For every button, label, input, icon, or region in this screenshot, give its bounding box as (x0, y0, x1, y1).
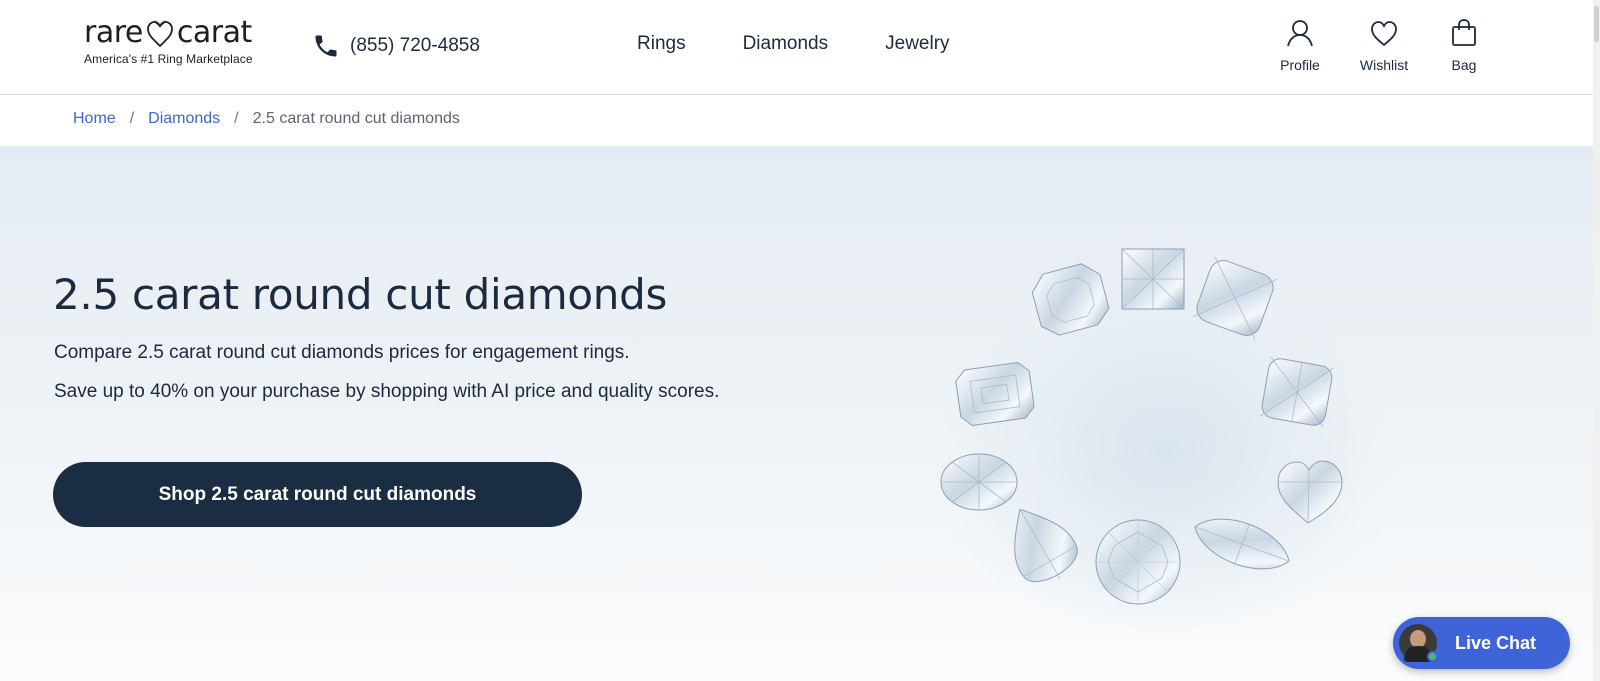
phone-icon (315, 35, 337, 57)
shop-diamonds-button[interactable]: Shop 2.5 carat round cut diamonds (53, 462, 582, 527)
wishlist-button[interactable]: Wishlist (1349, 18, 1419, 73)
nav-item-jewelry[interactable]: Jewelry (885, 33, 949, 55)
hero-description-line-2: Save up to 40% on your purchase by shopp… (54, 381, 720, 402)
nav-item-rings[interactable]: Rings (637, 33, 686, 55)
breadcrumb-current: 2.5 carat round cut diamonds (252, 110, 460, 127)
bag-label: Bag (1451, 57, 1477, 73)
heart-icon (1371, 21, 1397, 47)
main-nav: Rings Diamonds Jewelry (637, 33, 950, 55)
breadcrumb-separator: / (234, 110, 239, 127)
hero-description-line-1: Compare 2.5 carat round cut diamonds pri… (54, 342, 630, 363)
profile-label: Profile (1280, 57, 1320, 73)
brand-logo[interactable]: rare carat America's #1 Ring Marketplace (84, 16, 259, 67)
nav-item-diamonds[interactable]: Diamonds (743, 33, 829, 55)
breadcrumb: Home / Diamonds / 2.5 carat round cut di… (73, 110, 460, 128)
header-actions: Profile Wishlist Bag (1270, 18, 1490, 73)
bag-icon (1452, 19, 1476, 46)
page-title: 2.5 carat round cut diamonds (53, 270, 668, 319)
hero-banner: 2.5 carat round cut diamonds Compare 2.5… (0, 146, 1593, 681)
scrollbar-thumb[interactable] (1594, 6, 1599, 42)
breadcrumb-separator: / (129, 110, 135, 127)
wishlist-label: Wishlist (1359, 57, 1409, 73)
live-chat-button[interactable]: Live Chat (1393, 617, 1570, 669)
user-icon (1287, 20, 1313, 47)
bag-button[interactable]: Bag (1438, 18, 1490, 73)
oval-diamond (940, 453, 1018, 511)
logo-text-right: carat (176, 15, 252, 50)
diamonds-ring-image (915, 231, 1415, 631)
logo-text-left: rare (84, 15, 143, 50)
round-diamond (1095, 519, 1181, 605)
online-status-dot (1427, 651, 1438, 662)
page-scrollbar[interactable] (1593, 0, 1600, 681)
breadcrumb-diamonds[interactable]: Diamonds (148, 110, 220, 128)
princess-diamond (1121, 248, 1185, 310)
logo-tagline: America's #1 Ring Marketplace (84, 52, 253, 66)
heart-logo-icon (146, 20, 173, 47)
logo-wordmark: rare carat (84, 16, 259, 50)
site-header: rare carat America's #1 Ring Marketplace… (0, 0, 1600, 95)
emerald-diamond (955, 361, 1035, 427)
phone-number: (855) 720-4858 (350, 35, 480, 56)
live-chat-label: Live Chat (1455, 632, 1537, 653)
breadcrumb-home[interactable]: Home (73, 110, 116, 128)
agent-avatar (1399, 624, 1438, 662)
profile-button[interactable]: Profile (1270, 18, 1330, 73)
phone-link[interactable]: (855) 720-4858 (312, 32, 480, 60)
radiant-diamond (1260, 356, 1334, 428)
